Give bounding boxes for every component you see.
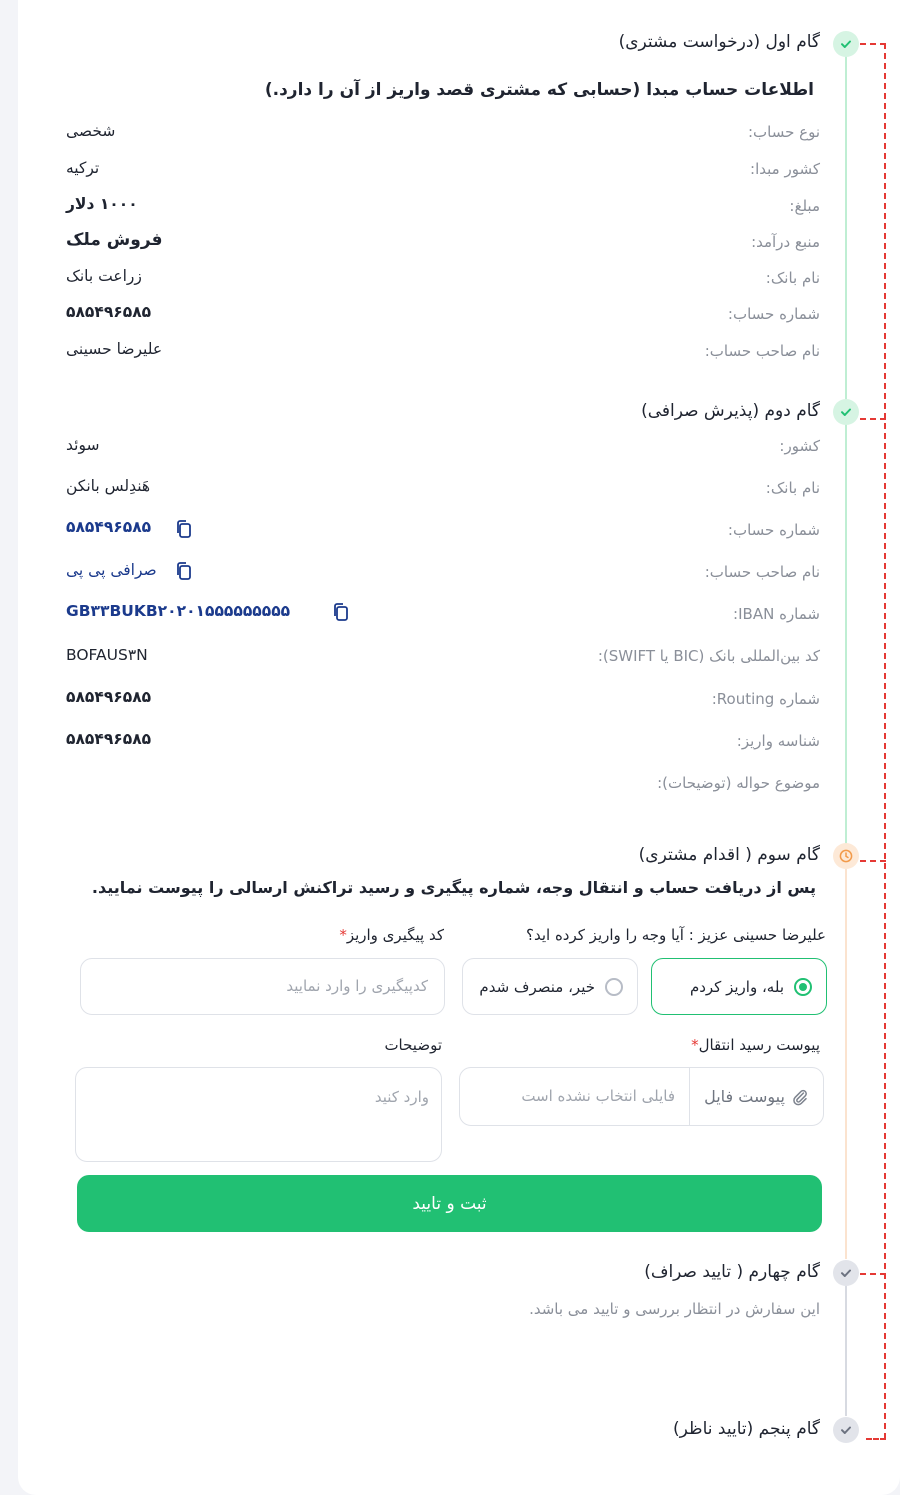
step1-subtitle: اطلاعات حساب مبدا (حسابی که مشتری قصد وا… <box>264 80 814 100</box>
copy-icon[interactable] <box>331 602 351 622</box>
timeline-line-step3 <box>845 869 847 1259</box>
step1-value-account-number: ۵۸۵۴۹۶۵۸۵ <box>66 303 152 321</box>
step1-value-amount: ۱۰۰۰ دلار <box>66 195 138 213</box>
connector-step2 <box>860 418 886 420</box>
step1-label-origin-country: کشور مبدا: <box>750 160 820 178</box>
option-yes-label: بله، واریز کردم <box>689 977 784 996</box>
connector-step4 <box>860 1273 886 1275</box>
attach-file-button[interactable]: پیوست فایل <box>689 1068 823 1125</box>
copy-icon[interactable] <box>174 519 194 539</box>
connector-spine <box>884 43 886 1439</box>
step2-title: گام دوم (پذیرش صرافی) <box>641 401 820 421</box>
paperclip-icon <box>793 1089 807 1105</box>
step2-label-remittance-subject: موضوع حواله (توضیحات): <box>657 774 820 792</box>
copy-icon[interactable] <box>174 561 194 581</box>
notes-label: توضیحات <box>384 1036 442 1054</box>
step1-value-account-type: شخصی <box>66 122 116 140</box>
step1-value-bank-name: زراعت بانک <box>66 267 142 285</box>
step5-title: گام پنجم (تایید ناظر) <box>673 1419 820 1439</box>
submit-button[interactable]: ثبت و تایید <box>77 1175 822 1232</box>
step4-check-icon <box>833 1260 859 1286</box>
step2-label-iban: شماره IBAN: <box>733 605 820 623</box>
step2-value-iban: GB۳۳BUKB۲۰۲۰۱۵۵۵۵۵۵۵۵۵ <box>66 602 291 620</box>
step2-label-bank-name: نام بانک: <box>765 479 820 497</box>
step1-value-income-source: فروش ملک <box>66 230 163 250</box>
step2-value-swift: BOFAUS۳N <box>66 646 148 664</box>
step2-value-account-holder: صرافی پی پی <box>66 561 157 579</box>
tracking-code-label: کد پیگیری واریز* <box>339 926 444 944</box>
step2-label-deposit-id: شناسه واریز: <box>736 732 820 750</box>
step4-title: گام چهارم ( تایید صراف) <box>644 1262 820 1282</box>
tracking-code-placeholder: کدپیگیری را وارد نمایید <box>286 977 428 995</box>
step1-label-bank-name: نام بانک: <box>765 269 820 287</box>
option-no-label: خیر، منصرف شدم <box>479 977 595 996</box>
receipt-label: پیوست رسید انتقال* <box>691 1036 820 1054</box>
step4-note: این سفارش در انتظار بررسی و تایید می باش… <box>529 1300 820 1318</box>
step2-value-deposit-id: ۵۸۵۴۹۶۵۸۵ <box>66 730 152 748</box>
connector-step3 <box>860 860 886 862</box>
tracking-code-input[interactable]: کدپیگیری را وارد نمایید <box>80 958 445 1015</box>
step2-value-country: سوئد <box>66 436 100 454</box>
connector-step5 <box>866 1438 886 1440</box>
radio-unselected-icon[interactable] <box>605 977 623 996</box>
attach-file-label: پیوست فایل <box>704 1087 785 1106</box>
step1-label-account-holder: نام صاحب حساب: <box>704 342 820 360</box>
option-yes-radio-card[interactable]: بله، واریز کردم <box>651 958 827 1015</box>
connector-step1 <box>860 43 886 45</box>
step3-title: گام سوم ( اقدام مشتری) <box>638 845 820 865</box>
step1-label-amount: مبلغ: <box>789 197 820 215</box>
step1-value-account-holder: علیرضا حسینی <box>66 340 163 358</box>
step1-label-account-number: شماره حساب: <box>727 305 820 323</box>
step2-label-account-holder: نام صاحب حساب: <box>704 563 820 581</box>
step2-value-bank-name: هَندِلس بانکن <box>66 477 151 495</box>
notes-placeholder: وارد کنید <box>374 1088 429 1106</box>
step1-label-income-source: منبع درآمد: <box>751 233 820 251</box>
no-file-text: فایلی انتخاب نشده است <box>521 1087 675 1105</box>
step1-label-account-type: نوع حساب: <box>747 123 820 141</box>
timeline-line-step2 <box>845 424 847 844</box>
step2-value-account-number: ۵۸۵۴۹۶۵۸۵ <box>66 518 152 536</box>
step2-label-routing: شماره Routing: <box>711 690 820 708</box>
step2-label-country: کشور: <box>779 437 820 455</box>
step2-label-account-number: شماره حساب: <box>727 521 820 539</box>
deposit-question: علیرضا حسینی عزیز : آیا وجه را واریز کرد… <box>526 926 826 944</box>
timeline-line-step1 <box>845 56 847 399</box>
receipt-file-input[interactable]: پیوست فایل فایلی انتخاب نشده است <box>459 1067 824 1126</box>
radio-selected-icon[interactable] <box>794 977 812 996</box>
timeline-line-step4 <box>845 1285 847 1416</box>
step3-instruction: پس از دریافت حساب و انتقال وجه، شماره پی… <box>91 878 816 897</box>
step5-check-icon <box>833 1417 859 1443</box>
step1-title: گام اول (درخواست مشتری) <box>618 32 820 52</box>
step1-check-icon <box>833 31 859 57</box>
step2-label-swift: کد بین‌المللی بانک (BIC یا SWIFT): <box>597 647 820 665</box>
step2-value-routing: ۵۸۵۴۹۶۵۸۵ <box>66 688 152 706</box>
option-no-radio-card[interactable]: خیر، منصرف شدم <box>462 958 638 1015</box>
step3-clock-icon <box>833 843 859 869</box>
step2-check-icon <box>833 399 859 425</box>
step1-value-origin-country: ترکیه <box>66 159 100 177</box>
notes-textarea[interactable]: وارد کنید <box>75 1067 442 1162</box>
